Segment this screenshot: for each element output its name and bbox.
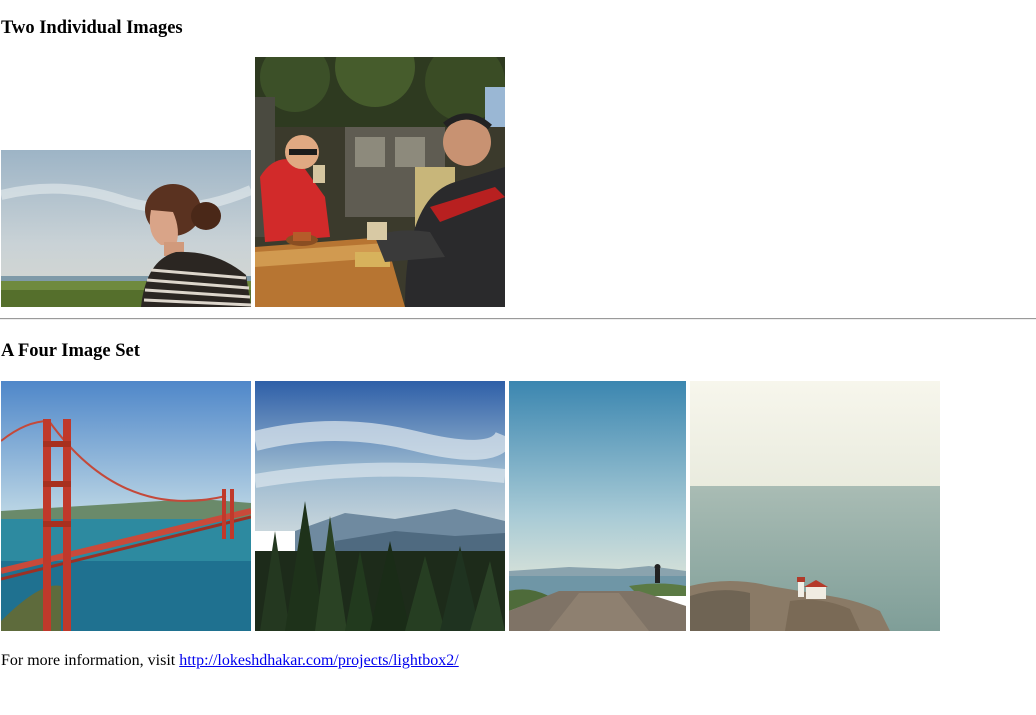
image-link-coastal-road[interactable]: [509, 381, 686, 631]
photo-cyclists-cafe-icon: [255, 57, 505, 307]
section-divider: [0, 318, 1036, 320]
section-heading-two-images: Two Individual Images: [1, 18, 183, 38]
section-heading-four-image-set: A Four Image Set: [1, 341, 140, 361]
photo-coastal-road-icon: [509, 381, 686, 631]
image-link-cyclists-cafe[interactable]: [255, 57, 505, 307]
page: Two Individual Images A Four Image Set F…: [0, 0, 1036, 715]
image-link-golden-gate[interactable]: [1, 381, 251, 631]
image-link-lighthouse-coast[interactable]: [690, 381, 940, 631]
image-link-woman-by-sea[interactable]: [1, 150, 251, 307]
photo-woman-by-sea-icon: [1, 150, 251, 307]
photo-lighthouse-coast-icon: [690, 381, 940, 631]
footer-info: For more information, visit http://lokes…: [1, 651, 459, 670]
lightbox2-project-link[interactable]: http://lokeshdhakar.com/projects/lightbo…: [179, 652, 459, 669]
footer-prefix-text: For more information, visit: [1, 652, 180, 669]
photo-golden-gate-icon: [1, 381, 251, 631]
image-link-forest-mountains[interactable]: [255, 381, 505, 631]
photo-forest-mountains-icon: [255, 381, 505, 631]
